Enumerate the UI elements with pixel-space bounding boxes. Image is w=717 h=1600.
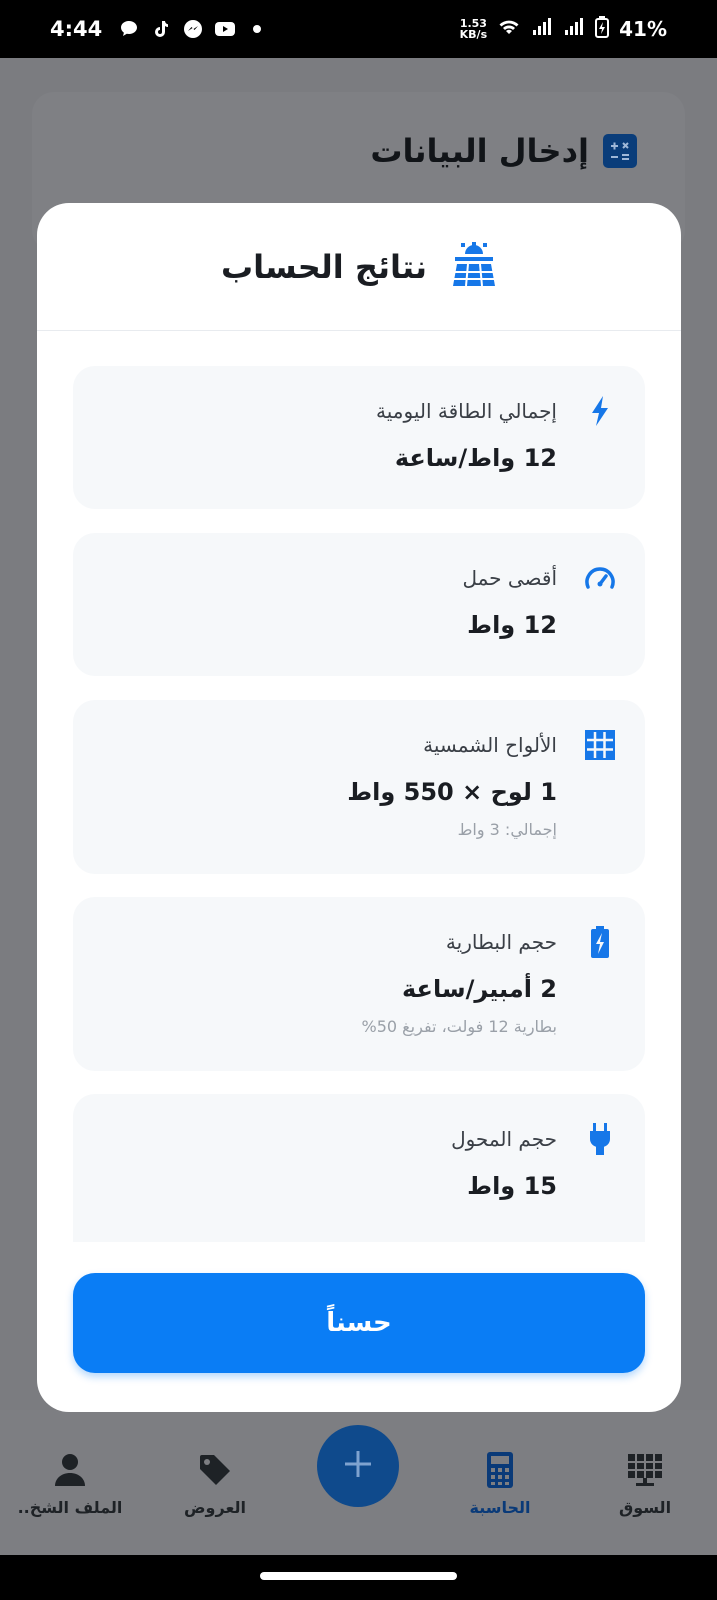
network-speed-unit: KB/s	[459, 28, 488, 41]
nav-label-profile: الملف الشخ..	[17, 1498, 123, 1517]
nav-item-calculator[interactable]: الحاسبة	[430, 1450, 570, 1517]
dialog-title: نتائج الحساب	[220, 247, 428, 286]
home-indicator[interactable]	[260, 1572, 457, 1580]
background-section-title: إدخال البيانات	[370, 132, 589, 170]
plus-icon	[342, 1448, 374, 1484]
solar-panel-icon	[575, 1450, 715, 1490]
chat-bubble-icon	[118, 18, 140, 40]
solar-sun-icon	[451, 241, 497, 292]
calculator-icon	[430, 1450, 570, 1490]
result-label: حجم البطارية	[445, 930, 557, 954]
result-value: 12 واط	[467, 611, 557, 639]
dialog-header: نتائج الحساب	[37, 203, 681, 331]
nav-label-calculator: الحاسبة	[469, 1498, 531, 1517]
ok-button[interactable]: حسناً	[73, 1273, 645, 1373]
status-time: 4:44	[50, 17, 103, 41]
nav-label-offers: العروض	[184, 1498, 246, 1517]
result-value: 2 أمبير/ساعة	[402, 975, 557, 1003]
result-card-solar-panels: الألواح الشمسية 1 لوح × 550 واط إجمالي: …	[73, 700, 645, 874]
results-list[interactable]: إجمالي الطاقة اليومية 12 واط/ساعة أقصى ح…	[37, 332, 681, 1242]
nav-label-market: السوق	[618, 1498, 672, 1517]
bolt-icon	[583, 394, 617, 428]
plug-icon	[583, 1122, 617, 1156]
result-value: 1 لوح × 550 واط	[347, 778, 557, 806]
gauge-icon	[583, 561, 617, 595]
result-label: إجمالي الطاقة اليومية	[376, 399, 557, 423]
add-fab-button[interactable]	[317, 1425, 399, 1507]
signal-icon-2	[563, 17, 585, 41]
messenger-icon	[182, 18, 204, 40]
calculator-symbols-icon	[603, 134, 637, 168]
result-card-battery: حجم البطارية 2 أمبير/ساعة بطارية 12 فولت…	[73, 897, 645, 1071]
gesture-bar	[0, 1555, 717, 1600]
result-card-inverter: حجم المحول 15 واط	[73, 1094, 645, 1242]
ok-button-label: حسناً	[326, 1308, 392, 1338]
signal-icon	[531, 17, 553, 41]
tag-icon	[145, 1450, 285, 1490]
result-label: أقصى حمل	[462, 566, 557, 590]
background-section-header: إدخال البيانات	[370, 132, 637, 170]
battery-percent: 41%	[619, 17, 667, 41]
result-value: 12 واط/ساعة	[394, 444, 557, 472]
results-dialog: نتائج الحساب إجمالي الطاقة اليومية 12 وا…	[37, 203, 681, 1412]
nav-item-profile[interactable]: الملف الشخ..	[0, 1450, 140, 1517]
network-speed: 1.53 KB/s	[460, 18, 487, 40]
result-label: الألواح الشمسية	[423, 733, 557, 757]
nav-item-offers[interactable]: العروض	[145, 1450, 285, 1517]
battery-charging-icon	[583, 925, 617, 959]
wifi-icon	[497, 17, 521, 41]
person-icon	[0, 1450, 140, 1490]
solar-grid-icon	[583, 728, 617, 762]
tiktok-icon	[150, 18, 172, 40]
nav-item-market[interactable]: السوق	[575, 1450, 715, 1517]
notification-dot-icon	[246, 18, 268, 40]
result-card-daily-energy: إجمالي الطاقة اليومية 12 واط/ساعة	[73, 366, 645, 509]
status-bar: 4:44 1.53 KB/s 41%	[0, 0, 717, 58]
result-label: حجم المحول	[451, 1127, 557, 1151]
result-subtext: بطارية 12 فولت، تفريغ 50%	[361, 1017, 557, 1036]
result-subtext: إجمالي: 3 واط	[457, 820, 557, 839]
result-value: 15 واط	[467, 1172, 557, 1200]
youtube-icon	[214, 18, 236, 40]
battery-charging-status-icon	[595, 16, 610, 42]
result-card-max-load: أقصى حمل 12 واط	[73, 533, 645, 676]
